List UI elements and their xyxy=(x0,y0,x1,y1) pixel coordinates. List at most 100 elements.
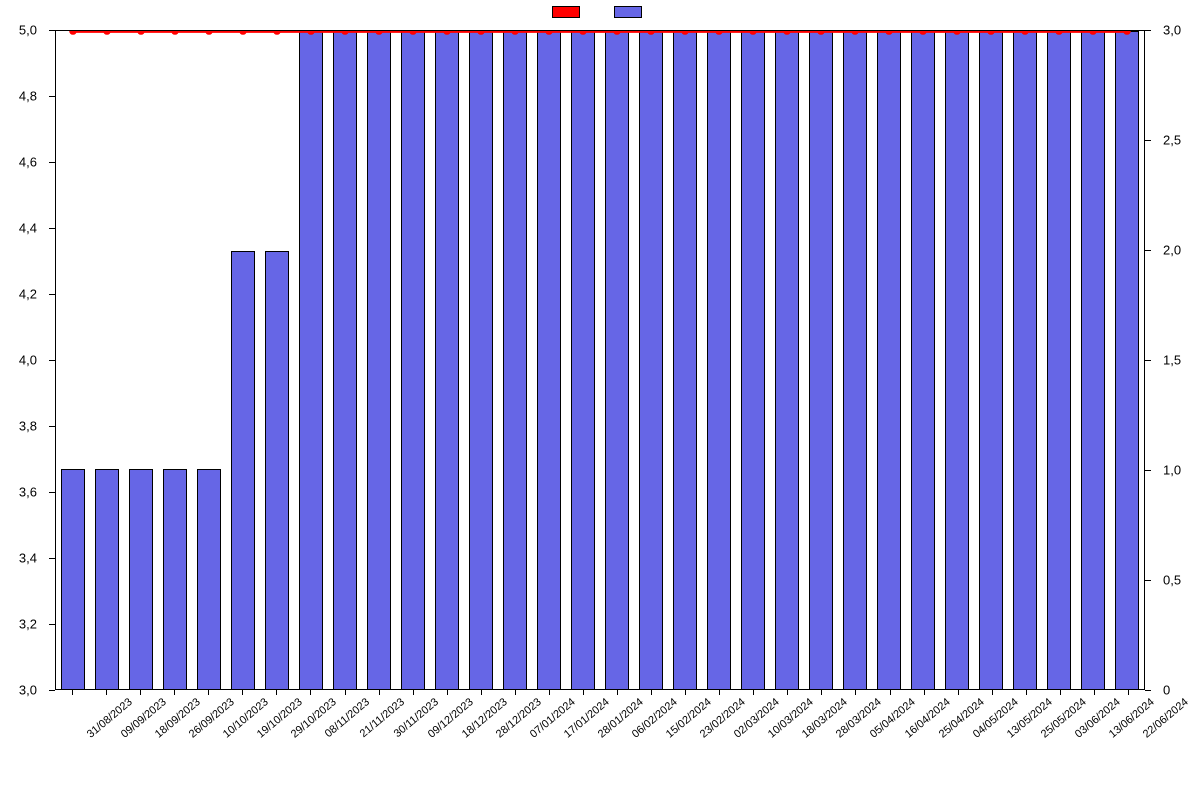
x-tick xyxy=(515,689,516,695)
x-tick xyxy=(583,689,584,695)
y-right-tick-label: 2,5 xyxy=(1163,133,1181,148)
y-left-tick-label: 3,6 xyxy=(19,485,37,500)
x-axis-labels: 31/08/202309/09/202318/09/202326/09/2023… xyxy=(55,690,1145,800)
legend-item-bar xyxy=(614,6,648,18)
x-tick xyxy=(890,689,891,695)
bar xyxy=(1013,31,1037,689)
bar xyxy=(129,469,153,689)
bar-slot xyxy=(668,31,702,689)
x-tick xyxy=(140,689,141,695)
x-tick xyxy=(413,689,414,695)
y-left-tick-label: 4,4 xyxy=(19,221,37,236)
bar-slot xyxy=(838,31,872,689)
bar xyxy=(265,251,289,689)
bar-slot xyxy=(362,31,396,689)
bar xyxy=(503,31,527,689)
y-left-tick-label: 4,2 xyxy=(19,287,37,302)
x-tick xyxy=(685,689,686,695)
bar xyxy=(571,31,595,689)
bar xyxy=(1047,31,1071,689)
bar-slot xyxy=(498,31,532,689)
bar-slot xyxy=(396,31,430,689)
y-left-tick-label: 3,8 xyxy=(19,419,37,434)
x-tick xyxy=(855,689,856,695)
x-tick xyxy=(208,689,209,695)
x-tick xyxy=(379,689,380,695)
y-axis-right-labels: 00,51,01,52,02,53,0 xyxy=(1155,30,1200,690)
y-left-tick-label: 4,6 xyxy=(19,155,37,170)
x-tick xyxy=(651,689,652,695)
bar-slot xyxy=(532,31,566,689)
bar-slot xyxy=(192,31,226,689)
bar-slot xyxy=(1042,31,1076,689)
bar xyxy=(401,31,425,689)
x-tick xyxy=(72,689,73,695)
x-tick xyxy=(753,689,754,695)
y-right-tick-label: 1,5 xyxy=(1163,353,1181,368)
bar-slot xyxy=(158,31,192,689)
y-right-tick-label: 0,5 xyxy=(1163,573,1181,588)
x-tick xyxy=(447,689,448,695)
bar xyxy=(945,31,969,689)
x-tick xyxy=(617,689,618,695)
bars-container xyxy=(56,31,1144,689)
bar-slot xyxy=(804,31,838,689)
bar xyxy=(537,31,561,689)
y-axis-right-ticks xyxy=(1145,30,1151,690)
x-tick xyxy=(106,689,107,695)
bar xyxy=(95,469,119,689)
legend-swatch-line xyxy=(552,6,580,18)
y-left-tick-label: 5,0 xyxy=(19,23,37,38)
bar xyxy=(1081,31,1105,689)
y-left-tick-label: 3,4 xyxy=(19,551,37,566)
x-tick xyxy=(1026,689,1027,695)
bar xyxy=(163,469,187,689)
y-right-tick-label: 1,0 xyxy=(1163,463,1181,478)
bar xyxy=(1115,31,1139,689)
legend xyxy=(0,6,1200,18)
x-tick xyxy=(958,689,959,695)
x-tick xyxy=(1128,689,1129,695)
y-right-tick-label: 3,0 xyxy=(1163,23,1181,38)
y-right-tick-label: 0 xyxy=(1163,683,1170,698)
bar-slot xyxy=(56,31,90,689)
bar xyxy=(605,31,629,689)
bar-slot xyxy=(328,31,362,689)
x-tick xyxy=(787,689,788,695)
bar xyxy=(775,31,799,689)
bar xyxy=(843,31,867,689)
bar-slot xyxy=(430,31,464,689)
x-tick xyxy=(1094,689,1095,695)
x-tick xyxy=(821,689,822,695)
plot-area xyxy=(55,30,1145,690)
y-axis-left-labels: 3,03,23,43,63,84,04,24,44,64,85,0 xyxy=(0,30,45,690)
x-tick xyxy=(1060,689,1061,695)
bar xyxy=(333,31,357,689)
bar-slot xyxy=(124,31,158,689)
bar-slot xyxy=(226,31,260,689)
bar-slot xyxy=(702,31,736,689)
bar-slot xyxy=(260,31,294,689)
x-tick xyxy=(345,689,346,695)
bar-slot xyxy=(464,31,498,689)
bar xyxy=(707,31,731,689)
x-tick xyxy=(174,689,175,695)
bar-slot xyxy=(600,31,634,689)
y-right-tick xyxy=(1145,580,1151,581)
y-right-tick xyxy=(1145,140,1151,141)
bar-slot xyxy=(1008,31,1042,689)
y-left-tick-label: 3,0 xyxy=(19,683,37,698)
bar-slot xyxy=(736,31,770,689)
x-tick xyxy=(719,689,720,695)
bar-slot xyxy=(940,31,974,689)
y-left-tick-label: 3,2 xyxy=(19,617,37,632)
bar xyxy=(979,31,1003,689)
y-right-tick xyxy=(1145,30,1151,31)
y-right-tick xyxy=(1145,250,1151,251)
bar-slot xyxy=(566,31,600,689)
bar xyxy=(741,31,765,689)
bar xyxy=(673,31,697,689)
chart-container: 3,03,23,43,63,84,04,24,44,64,85,0 00,51,… xyxy=(0,0,1200,800)
y-left-tick-label: 4,0 xyxy=(19,353,37,368)
x-tick xyxy=(310,689,311,695)
